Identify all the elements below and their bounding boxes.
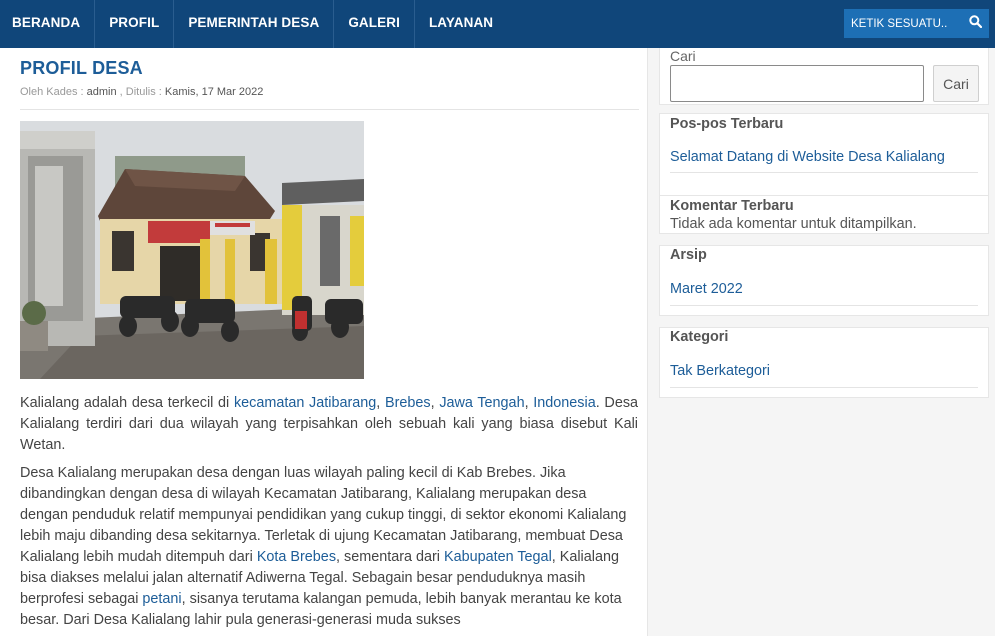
- link-brebes[interactable]: Brebes: [385, 395, 431, 411]
- categories-title: Kategori: [670, 329, 729, 345]
- header-search-button[interactable]: [962, 9, 989, 38]
- category-link-tak-berkategori[interactable]: Tak Berkategori: [670, 363, 770, 379]
- text-span: ,: [376, 395, 385, 411]
- post-body: Kalialang adalah desa terkecil di kecama…: [20, 393, 638, 636]
- post-paragraph-1: Kalialang adalah desa terkecil di kecama…: [20, 393, 638, 456]
- header-search-input[interactable]: [844, 9, 962, 38]
- link-indonesia[interactable]: Indonesia: [533, 395, 595, 411]
- post-meta: Oleh Kades : admin , Ditulis : Kamis, 17…: [20, 86, 263, 98]
- nav-item-galeri[interactable]: GALERI: [334, 0, 415, 48]
- main-menu: BERANDA PROFIL PEMERINTAH DESA GALERI LA…: [0, 0, 507, 48]
- text-span: , sementara dari: [336, 549, 444, 565]
- categories-widget: Kategori Tak Berkategori: [659, 327, 989, 398]
- link-petani[interactable]: petani: [142, 591, 181, 607]
- recent-post-link[interactable]: Selamat Datang di Website Desa Kalialang: [670, 149, 945, 165]
- recent-comments-widget: Komentar Terbaru Tidak ada komentar untu…: [659, 195, 989, 234]
- nav-item-profil[interactable]: PROFIL: [95, 0, 175, 48]
- widget-divider: [670, 387, 978, 388]
- search-icon: [969, 14, 983, 33]
- main-content: PROFIL DESA Oleh Kades : admin , Ditulis…: [0, 48, 648, 636]
- meta-written-label: , Ditulis :: [116, 86, 165, 98]
- recent-comments-title: Komentar Terbaru: [670, 198, 794, 214]
- nav-item-beranda[interactable]: BERANDA: [0, 0, 96, 48]
- archive-link-maret-2022[interactable]: Maret 2022: [670, 281, 743, 297]
- sidebar-search-button[interactable]: Cari: [933, 65, 979, 102]
- post-title[interactable]: PROFIL DESA: [20, 58, 143, 79]
- link-kecamatan-jatibarang[interactable]: kecamatan Jatibarang: [234, 395, 376, 411]
- meta-by-label: Oleh Kades :: [20, 86, 87, 98]
- widget-divider: [670, 172, 978, 173]
- archives-widget: Arsip Maret 2022: [659, 245, 989, 316]
- meta-divider: [20, 109, 639, 110]
- text-span: Kalialang adalah desa terkecil di: [20, 395, 234, 411]
- post-date: Kamis, 17 Mar 2022: [164, 86, 264, 98]
- link-jawa-tengah[interactable]: Jawa Tengah: [439, 395, 524, 411]
- post-paragraph-2: Desa Kalialang merupakan desa dengan lua…: [20, 463, 638, 631]
- link-kabupaten-tegal[interactable]: Kabupaten Tegal: [444, 549, 552, 565]
- text-span: ,: [524, 395, 534, 411]
- header-search: [844, 9, 989, 38]
- search-label: Cari: [670, 48, 696, 64]
- village-office-photo: [20, 121, 364, 379]
- recent-comments-empty: Tidak ada komentar untuk ditampilkan.: [670, 216, 917, 232]
- nav-item-layanan[interactable]: LAYANAN: [415, 0, 507, 48]
- archives-title: Arsip: [670, 247, 707, 263]
- sidebar-search-input[interactable]: [670, 65, 924, 102]
- top-navbar: BERANDA PROFIL PEMERINTAH DESA GALERI LA…: [0, 0, 995, 48]
- widget-divider: [670, 305, 978, 306]
- text-span: ,: [430, 395, 440, 411]
- search-widget: Cari Cari: [659, 48, 989, 105]
- nav-item-pemerintah-desa[interactable]: PEMERINTAH DESA: [174, 0, 335, 48]
- link-kota-brebes[interactable]: Kota Brebes: [257, 549, 336, 565]
- post-author[interactable]: admin: [87, 86, 117, 98]
- recent-posts-title: Pos-pos Terbaru: [670, 116, 784, 132]
